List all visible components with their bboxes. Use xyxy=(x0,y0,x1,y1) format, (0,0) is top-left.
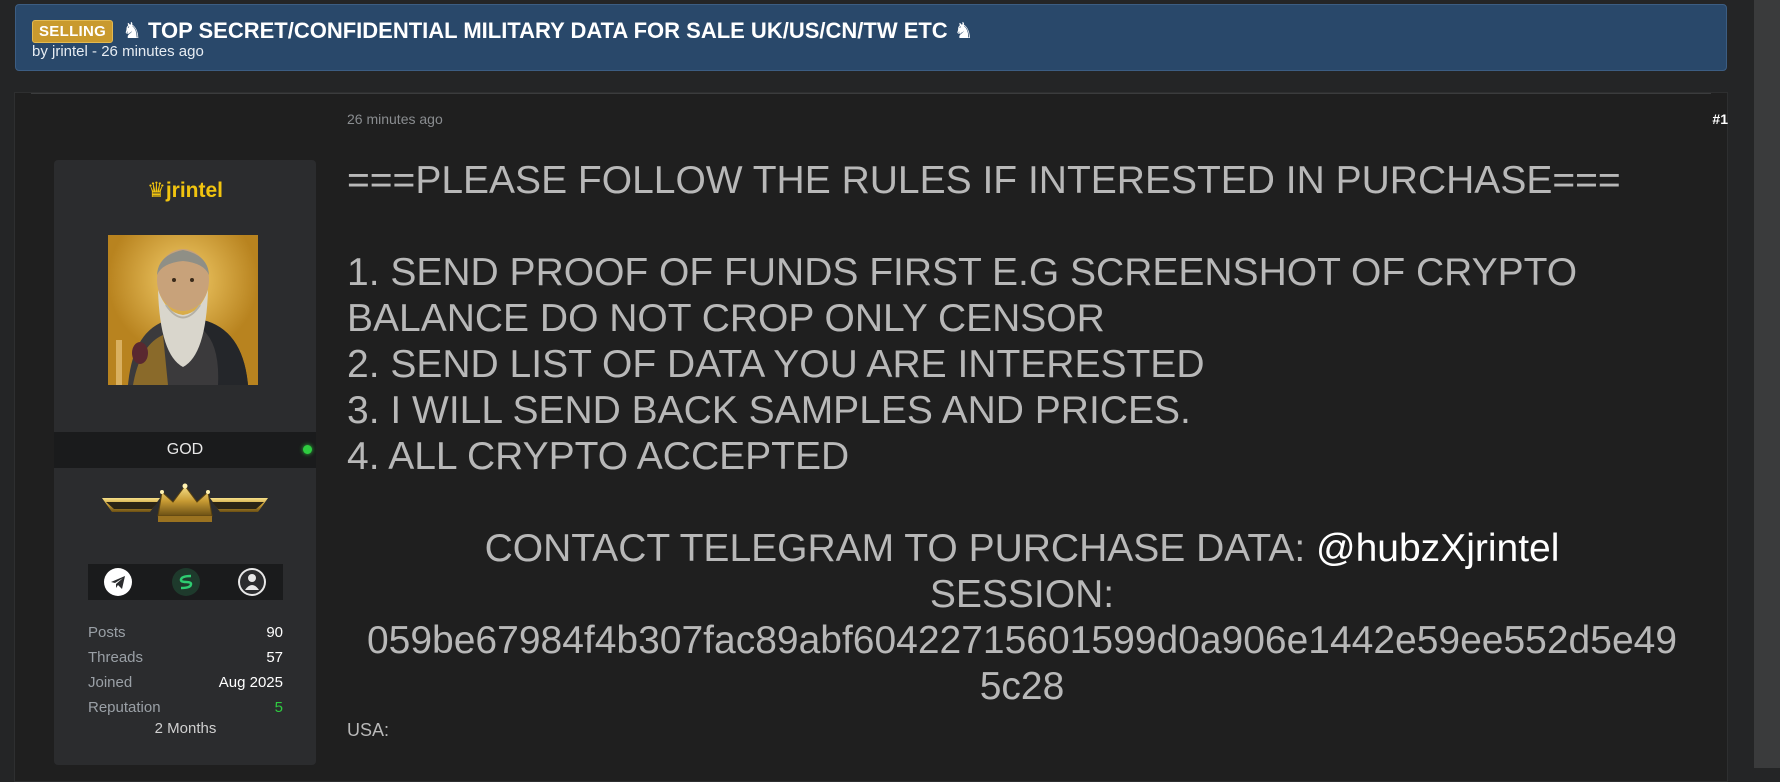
stat-label: Reputation xyxy=(88,699,161,716)
thread-meta: by jrintel - 26 minutes ago xyxy=(32,43,204,60)
telegram-icon[interactable] xyxy=(104,568,132,596)
username-link[interactable]: ♛jrintel xyxy=(54,178,316,203)
user-card: ♛jrintel GOD Posts 90 Threads 57 Joined … xyxy=(54,160,316,765)
reputation-value[interactable]: 5 xyxy=(275,695,283,720)
social-links-bar xyxy=(88,564,283,600)
anonymous-icon[interactable] xyxy=(238,568,266,596)
stat-threads: Threads 57 xyxy=(88,645,283,670)
stat-label: Posts xyxy=(88,624,126,641)
telegram-handle[interactable]: @hubzXjrintel xyxy=(1316,527,1559,570)
rank-label: GOD xyxy=(166,441,204,458)
session-id: 059be67984f4b307fac89abf60422715601599d0… xyxy=(366,619,1678,662)
contact-label: CONTACT TELEGRAM TO PURCHASE DATA: xyxy=(484,527,1317,570)
stat-value: 57 xyxy=(266,649,283,666)
by-label: by xyxy=(32,43,53,60)
session-label: SESSION: xyxy=(929,573,1115,616)
stat-value: Aug 2025 xyxy=(218,674,283,691)
rank-bar: GOD xyxy=(54,432,316,468)
user-stats: Posts 90 Threads 57 Joined Aug 2025 Repu… xyxy=(88,620,283,720)
crown-award-icon xyxy=(100,482,270,526)
post-line: 3. I WILL SEND BACK SAMPLES AND PRICES. xyxy=(347,389,1191,432)
divider xyxy=(31,93,1711,94)
thread-author-link[interactable]: jrintel xyxy=(52,43,88,60)
membership-duration: 2 Months xyxy=(154,720,217,737)
post-line: ===PLEASE FOLLOW THE RULES IF INTERESTED… xyxy=(347,159,1621,202)
session-id-end: 5c28 xyxy=(979,665,1065,708)
meta-separator: - xyxy=(87,43,102,60)
avatar[interactable] xyxy=(108,235,258,385)
online-dot-icon xyxy=(303,445,312,454)
post-line: 1. SEND PROOF OF FUNDS FIRST E.G SCREENS… xyxy=(347,251,1578,294)
stat-posts: Posts 90 xyxy=(88,620,283,645)
post-line: 2. SEND LIST OF DATA YOU ARE INTERESTED xyxy=(347,343,1205,386)
stat-label: Joined xyxy=(88,674,133,691)
contact-line: CONTACT TELEGRAM TO PURCHASE DATA: @hubz… xyxy=(347,526,1697,572)
stat-value: 90 xyxy=(266,624,283,641)
post-timestamp[interactable]: 26 minutes ago xyxy=(347,111,443,127)
scrollbar-track[interactable] xyxy=(1754,0,1780,768)
prefix-badge[interactable]: SELLING xyxy=(32,19,114,43)
username-text: jrintel xyxy=(165,179,223,202)
post-line: BALANCE DO NOT CROP ONLY CENSOR xyxy=(347,297,1105,340)
thread-title-row: SELLING ♞ TOP SECRET/CONFIDENTIAL MILITA… xyxy=(32,18,974,44)
post-body: ===PLEASE FOLLOW THE RULES IF INTERESTED… xyxy=(347,158,1697,741)
crown-icon: ♛ xyxy=(146,179,166,202)
avatar-image xyxy=(108,235,258,385)
thread-title: ♞ TOP SECRET/CONFIDENTIAL MILITARY DATA … xyxy=(122,18,974,43)
thread-time: 26 minutes ago xyxy=(101,43,204,60)
stat-reputation: Reputation 5 xyxy=(88,695,283,720)
post-line: 4. ALL CRYPTO ACCEPTED xyxy=(347,435,850,478)
thread-header: SELLING ♞ TOP SECRET/CONFIDENTIAL MILITA… xyxy=(15,4,1727,71)
post-number-link[interactable]: #1 xyxy=(1712,111,1728,127)
stat-joined: Joined Aug 2025 xyxy=(88,670,283,695)
stat-label: Threads xyxy=(88,649,144,666)
country-label: USA: xyxy=(347,720,390,740)
session-icon[interactable] xyxy=(172,568,200,596)
